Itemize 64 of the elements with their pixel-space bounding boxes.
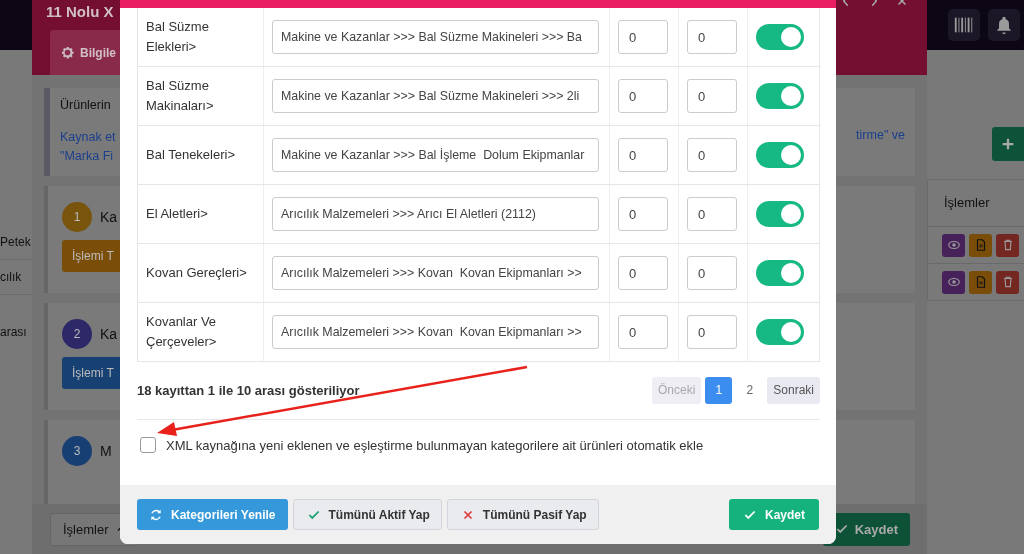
info-note: tirme" ve (856, 128, 905, 144)
category-name: Bal Süzme Makinaları> (146, 77, 215, 115)
refresh-icon (149, 507, 163, 522)
info-note: "Marka Fi (60, 148, 115, 165)
number-field[interactable]: 0 (687, 20, 737, 54)
delete-button[interactable] (996, 233, 1019, 257)
category-name: Bal Tenekeleri> (146, 146, 235, 164)
table-header-cell: İşlemler (927, 179, 1024, 227)
info-heading: Ürünlerin (60, 98, 111, 112)
number-field[interactable]: 0 (618, 79, 668, 113)
drawer-title: 11 Nolu X (46, 2, 114, 22)
step-title: Ka (100, 326, 118, 342)
number-field[interactable]: 0 (687, 256, 737, 290)
delete-button[interactable] (996, 270, 1019, 294)
toggle-switch[interactable] (756, 83, 804, 109)
step-number: 2 (62, 319, 92, 349)
top-navbar (0, 0, 32, 50)
toggle-switch[interactable] (756, 319, 804, 345)
document-button[interactable] (969, 270, 992, 294)
step-number: 3 (62, 436, 92, 466)
step-title: M (100, 443, 112, 459)
checkbox-label: XML kaynağına yeni eklenen ve eşleştirme bulunmayan kategorilere ait ürünleri otomatik ekle (166, 437, 704, 453)
number-field[interactable]: 0 (618, 197, 668, 231)
checkbox[interactable] (140, 437, 156, 453)
record-summary: 18 kayıttan 1 ile 10 arası gösteriliyor (137, 382, 360, 398)
bell-icon (994, 15, 1014, 35)
category-mapping-field[interactable]: Arıcılık Malzemeleri >>> Kovan Kovan Ekipmanları >> (272, 315, 599, 349)
number-field[interactable]: 0 (618, 138, 668, 172)
activate-all-button[interactable]: Tümünü Aktif Yap (292, 499, 442, 530)
toggle-switch[interactable] (756, 201, 804, 227)
eye-icon (946, 275, 961, 289)
category-name: El Aletleri> (146, 205, 208, 223)
eye-icon (946, 238, 961, 252)
number-field[interactable]: 0 (687, 79, 737, 113)
category-mapping-field[interactable]: Arıcılık Malzemeleri >>> Kovan Kovan Ekipmanları >> (272, 256, 599, 290)
step-number: 1 (62, 202, 92, 232)
toggle-switch[interactable] (756, 142, 804, 168)
category-mapping-field[interactable]: Makine ve Kazanlar >>> Bal İşleme Dolum Ekipmanlar (272, 138, 599, 172)
number-field[interactable]: 0 (687, 315, 737, 349)
number-field[interactable]: 0 (687, 138, 737, 172)
number-field[interactable]: 0 (618, 20, 668, 54)
add-button[interactable] (992, 127, 1024, 161)
category-mapping-field[interactable]: Makine ve Kazanlar >>> Bal Süzme Makineleri >>> 2li (272, 79, 599, 113)
gear-icon (60, 45, 75, 60)
barcode-button[interactable] (948, 9, 980, 41)
toggle-switch[interactable] (756, 24, 804, 50)
notification-button[interactable] (988, 9, 1020, 41)
view-button[interactable] (942, 270, 965, 294)
category-mapping-field[interactable]: Makine ve Kazanlar >>> Bal Süzme Makineleri >>> Ba (272, 20, 599, 54)
view-button[interactable] (942, 233, 965, 257)
number-field[interactable]: 0 (618, 315, 668, 349)
info-note: Kaynak et (60, 129, 116, 146)
table-info-text: arası (0, 325, 28, 339)
check-icon (834, 522, 849, 536)
next-page-button[interactable]: Sonraki (767, 376, 820, 404)
deactivate-all-button[interactable]: Tümünü Pasif Yap (446, 499, 599, 530)
category-name: Kovan Gereçleri> (146, 264, 247, 282)
number-field[interactable]: 0 (687, 197, 737, 231)
document-button[interactable] (969, 233, 992, 257)
category-mapping-field[interactable]: Arıcılık Malzemeleri >>> Arıcı El Aletleri (2112) (272, 197, 599, 231)
step-title: Ka (100, 209, 118, 225)
toggle-switch[interactable] (756, 260, 804, 286)
number-field[interactable]: 0 (618, 256, 668, 290)
category-name: Kovanlar Ve Çerçeveler> (146, 313, 218, 351)
